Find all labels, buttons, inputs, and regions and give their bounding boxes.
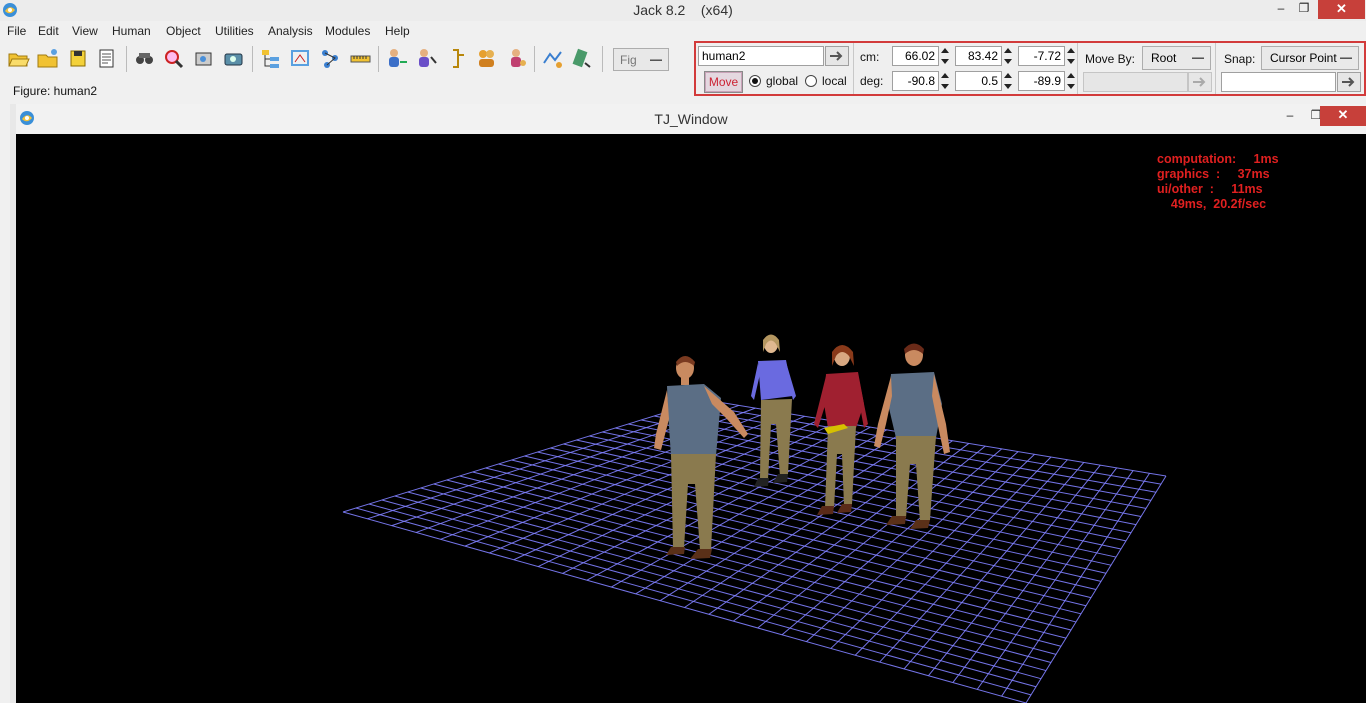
deg-x-field[interactable]: -90.8 xyxy=(892,71,939,91)
menu-human[interactable]: Human xyxy=(112,24,151,38)
global-radio[interactable] xyxy=(749,75,761,87)
move-by-select[interactable]: Root xyxy=(1142,46,1211,70)
script-icon[interactable] xyxy=(93,45,120,72)
hierarchy-icon[interactable] xyxy=(257,45,284,72)
move-by-group: Move By: Root xyxy=(1078,43,1216,94)
transform-control-panel: human2 Move global local cm: deg: 66.02 … xyxy=(694,41,1366,96)
deg-z-spinner[interactable] xyxy=(1065,71,1076,91)
animation-icon[interactable] xyxy=(539,45,566,72)
group-icon[interactable] xyxy=(473,45,500,72)
grid-line xyxy=(854,456,1052,656)
cm-z-spinner[interactable] xyxy=(1065,46,1076,66)
tj-window-titlebar: TJ_Window – ❐ ✕ xyxy=(16,104,1366,134)
menu-modules[interactable]: Modules xyxy=(325,24,370,38)
global-label: global xyxy=(766,74,799,88)
toolbar-separator xyxy=(378,46,379,72)
3d-viewport[interactable]: computation: 1ms graphics : 37ms ui/othe… xyxy=(16,134,1366,703)
pick-arrow-icon xyxy=(1342,77,1355,87)
snap-pick-button[interactable] xyxy=(1337,72,1361,92)
new-folder-icon[interactable] xyxy=(34,45,61,72)
snap-group: Snap: Cursor Point xyxy=(1216,43,1366,94)
toolbar-separator xyxy=(534,46,535,72)
human-figure[interactable] xyxy=(874,343,950,530)
cm-y-spinner[interactable] xyxy=(1002,46,1013,66)
local-label: local xyxy=(822,74,847,88)
move-by-field xyxy=(1083,72,1188,92)
coordinates-group: cm: deg: 66.02 83.42 -7.72 -90.8 0.5 -89… xyxy=(854,43,1078,94)
ruler-icon[interactable] xyxy=(347,45,374,72)
open-folder-icon[interactable] xyxy=(5,45,32,72)
scene-bounds-icon[interactable] xyxy=(287,45,314,72)
human-add-icon[interactable] xyxy=(383,45,410,72)
stats-total: 49ms, 20.2f/sec xyxy=(1157,197,1267,211)
current-figure-label: Figure: human2 xyxy=(13,84,98,98)
grid-line xyxy=(952,467,1118,683)
move-by-label: Move By: xyxy=(1085,52,1136,66)
grid-line xyxy=(757,445,986,629)
human-edit-icon[interactable] xyxy=(413,45,440,72)
magnifier-icon[interactable] xyxy=(160,45,187,72)
menu-help[interactable]: Help xyxy=(385,24,410,38)
menu-file[interactable]: File xyxy=(7,24,26,38)
deg-y-spinner[interactable] xyxy=(1002,71,1013,91)
toolbar-separator xyxy=(602,46,603,72)
app-title: Jack 8.2 (x64) xyxy=(633,2,733,18)
menu-utilities[interactable]: Utilities xyxy=(215,24,254,38)
toolbar-separator xyxy=(126,46,127,72)
figure-select[interactable]: Fig xyxy=(613,48,669,71)
tj-close-button[interactable]: ✕ xyxy=(1320,106,1366,126)
close-button[interactable]: ✕ xyxy=(1318,0,1365,19)
menu-analysis[interactable]: Analysis xyxy=(268,24,313,38)
camera-view-icon[interactable] xyxy=(190,45,217,72)
tj-minimize-button[interactable]: – xyxy=(1277,106,1303,126)
cm-x-field[interactable]: 66.02 xyxy=(892,46,939,66)
stats-graphics: graphics : 37ms xyxy=(1157,167,1270,181)
snap-select[interactable]: Cursor Point xyxy=(1261,46,1359,70)
camera-icon[interactable] xyxy=(220,45,247,72)
stats-computation: computation: 1ms xyxy=(1157,152,1279,166)
tj-window-title: TJ_Window xyxy=(654,111,728,127)
posture-icon[interactable] xyxy=(443,45,470,72)
cm-z-field[interactable]: -7.72 xyxy=(1018,46,1065,66)
tj-window: TJ_Window – ❐ ✕ computation: 1ms graphic… xyxy=(10,104,1366,703)
pick-arrow-icon xyxy=(830,51,843,61)
local-radio[interactable] xyxy=(805,75,817,87)
menu-edit[interactable]: Edit xyxy=(38,24,59,38)
grid-line xyxy=(1025,475,1167,703)
stats-ui-other: ui/other : 11ms xyxy=(1157,182,1263,196)
object-group: human2 Move global local xyxy=(696,43,854,94)
deg-z-field[interactable]: -89.9 xyxy=(1018,71,1065,91)
save-icon[interactable] xyxy=(64,45,91,72)
performance-stats: computation: 1ms graphics : 37ms ui/othe… xyxy=(1157,152,1279,212)
move-button[interactable]: Move xyxy=(704,71,743,93)
nodes-icon[interactable] xyxy=(317,45,344,72)
menu-view[interactable]: View xyxy=(72,24,98,38)
cm-y-field[interactable]: 83.42 xyxy=(955,46,1002,66)
main-toolbar: Fig xyxy=(0,42,690,78)
pick-object-button[interactable] xyxy=(825,46,849,66)
deg-y-field[interactable]: 0.5 xyxy=(955,71,1002,91)
toolbar-separator xyxy=(252,46,253,72)
restore-button[interactable]: ❐ xyxy=(1291,0,1317,19)
deg-label: deg: xyxy=(860,74,884,88)
app-titlebar: Jack 8.2 (x64) – ❐ ✕ xyxy=(0,0,1366,21)
floor-grid xyxy=(342,399,1167,703)
cm-x-spinner[interactable] xyxy=(939,46,950,66)
snap-label: Snap: xyxy=(1224,52,1256,66)
move-by-pick-button xyxy=(1188,72,1212,92)
pick-arrow-icon xyxy=(1193,77,1206,87)
object-name-field[interactable]: human2 xyxy=(698,46,824,66)
inspect-icon[interactable] xyxy=(568,45,595,72)
binoculars-icon[interactable] xyxy=(131,45,158,72)
grid-line xyxy=(589,435,1122,550)
3d-scene[interactable] xyxy=(16,134,1366,703)
snap-field[interactable] xyxy=(1221,72,1336,92)
figure-props-icon[interactable] xyxy=(503,45,530,72)
deg-x-spinner[interactable] xyxy=(939,71,950,91)
menu-object[interactable]: Object xyxy=(166,24,201,38)
cm-label: cm: xyxy=(860,50,880,64)
menu-bar: File Edit View Human Object Utilities An… xyxy=(0,21,690,40)
